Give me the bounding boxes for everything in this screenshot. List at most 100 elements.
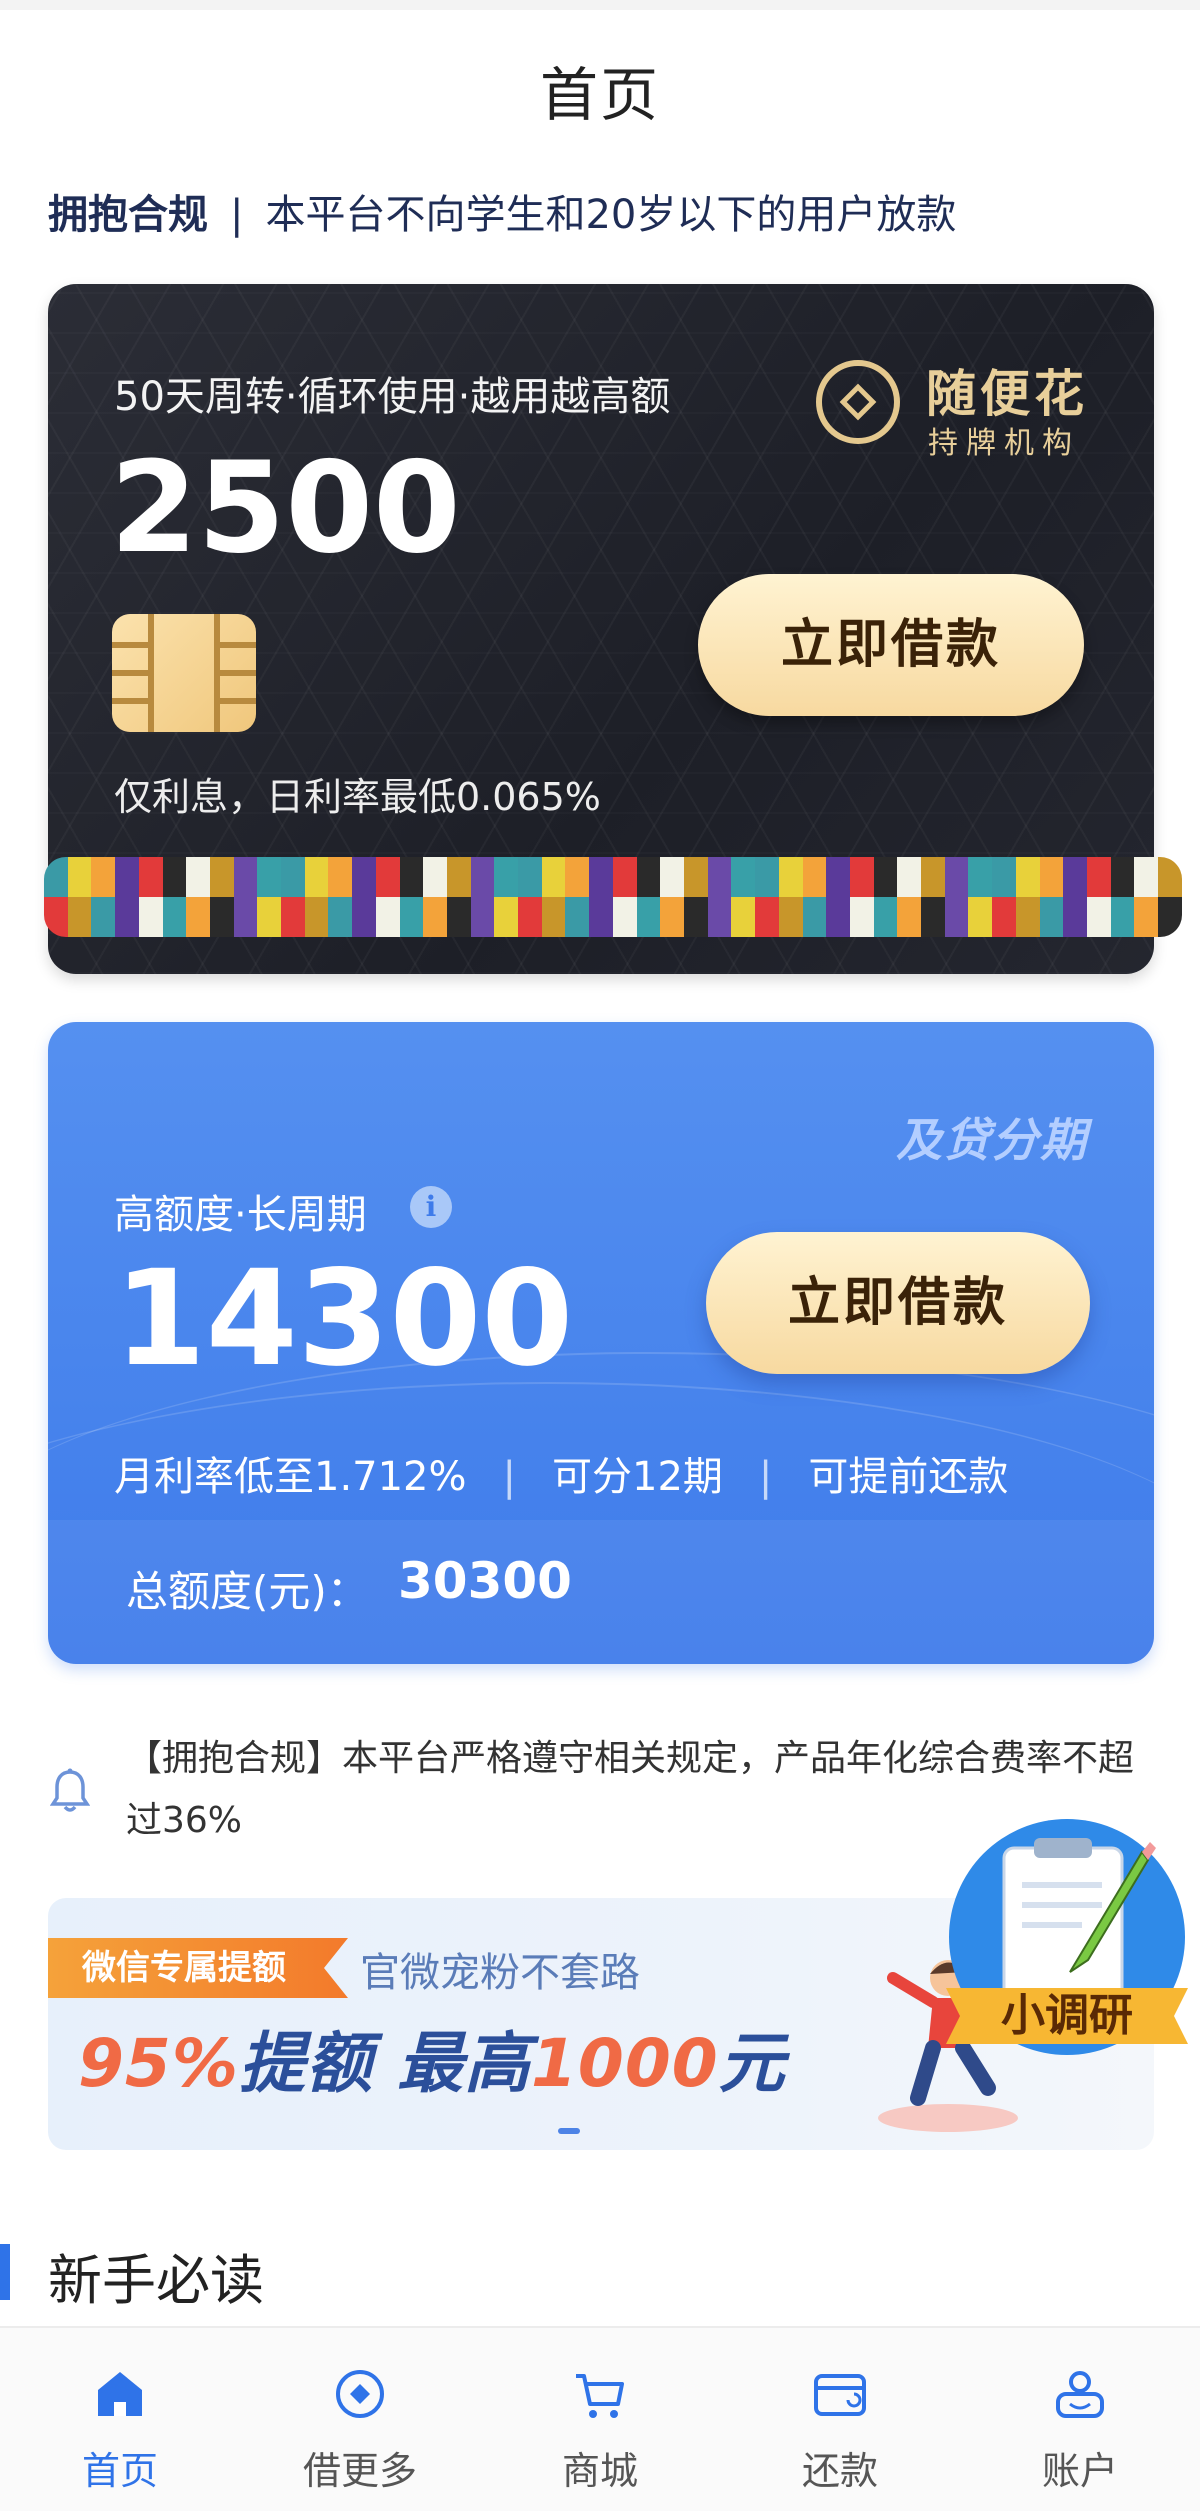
mosaic-tile <box>565 857 590 937</box>
mosaic-tile <box>1110 857 1135 937</box>
tab-label: 账户 <box>1041 2449 1118 2493</box>
mosaic-tile <box>138 857 163 937</box>
mosaic-tile <box>446 857 471 937</box>
mosaic-tile <box>541 857 566 937</box>
redacted-mosaic <box>44 857 1182 937</box>
tab-mall[interactable]: 商城 <box>480 2328 720 2511</box>
tab-label: 借更多 <box>302 2449 417 2493</box>
mosaic-tile <box>968 857 993 937</box>
tab-borrow-more[interactable]: 借更多 <box>240 2328 480 2511</box>
feature-divider: | <box>502 1454 517 1500</box>
bottom-tab-bar: 首页 借更多 商城 还款 账户 <box>0 2326 1200 2511</box>
mosaic-tile <box>944 857 969 937</box>
mosaic-tile <box>1134 857 1159 937</box>
compass-icon <box>336 2370 384 2418</box>
compliance-separator: | <box>230 192 244 238</box>
mosaic-tile <box>257 857 282 937</box>
mosaic-tile <box>802 857 827 937</box>
banner-subtitle: 官微宠粉不套路 <box>360 1950 640 1996</box>
mosaic-tile <box>1086 857 1111 937</box>
feature-rate: 月利率低至1.712% <box>114 1454 467 1500</box>
total-credit-value: 30300 <box>398 1552 572 1610</box>
mosaic-tile <box>470 857 495 937</box>
mosaic-tile <box>636 857 661 937</box>
page-title: 首页 <box>539 61 660 129</box>
mosaic-tile <box>186 857 210 937</box>
user-icon <box>1056 2371 1104 2418</box>
compliance-tag: 拥抱合规 <box>48 192 208 238</box>
mosaic-tile <box>423 857 447 937</box>
wallet-icon <box>814 2374 866 2416</box>
carousel-indicator[interactable] <box>558 2128 580 2134</box>
mosaic-tile <box>91 857 116 937</box>
survey-label: 小调研 <box>1001 1990 1133 2041</box>
mosaic-tile <box>683 857 708 937</box>
borrow-now-button[interactable]: 立即借款 <box>698 574 1084 716</box>
mosaic-tile <box>209 857 234 937</box>
mosaic-tile <box>849 857 874 937</box>
brand-logo: 随便花 持牌机构 <box>816 354 1116 464</box>
bell-icon <box>50 1768 90 1812</box>
mosaic-tile <box>1039 857 1064 937</box>
mosaic-tile <box>897 857 922 937</box>
mosaic-tile <box>281 857 305 937</box>
mosaic-tile <box>328 857 353 937</box>
loan-card-secondary[interactable]: 及贷分期 高额度·长周期 i 14300 立即借款 月利率低至1.712% | 可分… <box>48 1022 1154 1664</box>
feature-list: 月利率低至1.712% | 可分12期 | 可提前还款 <box>114 1444 1008 1502</box>
tab-account[interactable]: 账户 <box>960 2328 1200 2511</box>
tab-label: 商城 <box>561 2449 638 2493</box>
feature-installments: 可分12期 <box>552 1454 723 1500</box>
feature-divider: | <box>758 1454 773 1500</box>
tab-repay[interactable]: 还款 <box>720 2328 960 2511</box>
brand-name: 随便花 <box>926 365 1088 423</box>
mosaic-tile <box>778 857 803 937</box>
home-icon <box>98 2372 142 2416</box>
mosaic-tile <box>1015 857 1040 937</box>
mosaic-tile <box>518 857 542 937</box>
mosaic-tile <box>731 857 756 937</box>
mosaic-tile <box>399 857 424 937</box>
coin-logo-icon <box>816 360 900 444</box>
mosaic-tile <box>494 857 519 937</box>
credit-amount: 2500 <box>110 434 461 581</box>
mosaic-tile <box>992 857 1016 937</box>
mosaic-tile <box>873 857 898 937</box>
mosaic-tile <box>589 857 613 937</box>
card-tagline: 50天周转·循环使用·越用越高额 <box>114 374 671 420</box>
total-credit-label: 总额度(元)： <box>126 1567 369 1616</box>
card-chip-icon <box>112 614 256 732</box>
brand-subtitle: 持牌机构 <box>928 426 1080 461</box>
borrow-now-button-secondary[interactable]: 立即借款 <box>706 1232 1090 1374</box>
feature-prepay: 可提前还款 <box>808 1454 1009 1500</box>
mosaic-tile <box>826 857 850 937</box>
section-accent-bar <box>0 2244 10 2300</box>
info-icon[interactable]: i <box>410 1186 452 1228</box>
cart-icon <box>576 2374 624 2418</box>
mosaic-tile <box>115 857 139 937</box>
tab-label: 首页 <box>81 2449 158 2493</box>
compliance-banner: 拥抱合规 | 本平台不向学生和20岁以下的用户放款 <box>48 182 956 240</box>
mosaic-tile <box>755 857 779 937</box>
mosaic-tile <box>612 857 637 937</box>
mosaic-tile <box>304 857 329 937</box>
mosaic-tile <box>233 857 258 937</box>
mosaic-tile <box>67 857 92 937</box>
tab-home[interactable]: 首页 <box>0 2328 240 2511</box>
mosaic-tile <box>921 857 945 937</box>
mosaic-tile <box>352 857 376 937</box>
mosaic-tile <box>660 857 684 937</box>
product-label: 高额度·长周期 <box>114 1192 367 1238</box>
mosaic-tile <box>1158 857 1182 937</box>
interest-rate-text: 仅利息，日利率最低0.065% <box>114 775 601 819</box>
banner-headline: 95%提额 最高1000元 <box>78 2025 786 2102</box>
mosaic-tile <box>44 857 68 937</box>
mosaic-tile <box>375 857 400 937</box>
tab-label: 还款 <box>801 2449 878 2493</box>
banner-tag: 微信专属提额 <box>48 1938 348 1998</box>
mosaic-tile <box>162 857 187 937</box>
brand-name-secondary: 及贷分期 <box>896 1113 1088 1167</box>
compliance-text: 本平台不向学生和20岁以下的用户放款 <box>265 192 957 238</box>
mosaic-tile <box>1063 857 1087 937</box>
section-title-beginner-guide: 新手必读 <box>48 2249 264 2312</box>
survey-float-button[interactable]: 小调研 <box>942 1812 1192 2092</box>
